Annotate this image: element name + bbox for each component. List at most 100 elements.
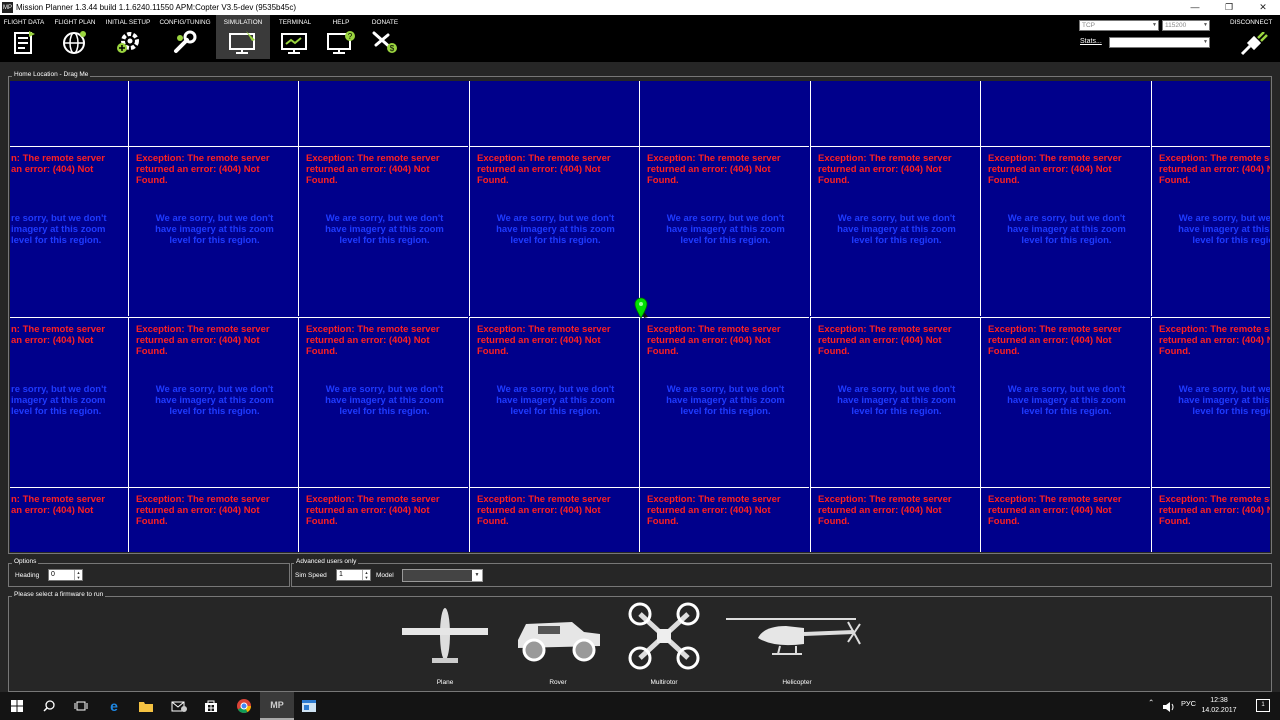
chevron-down-icon: ▼ [472,570,482,581]
stats-link[interactable]: Stats... [1080,38,1102,45]
menu-config-tuning[interactable]: CONFIG/TUNING [156,15,214,59]
tile-error-text: Exception: The remote server returned an… [988,494,1122,527]
chrome-icon [237,699,251,713]
heading-value: 0 [51,571,55,578]
close-button[interactable]: ✕ [1246,0,1280,15]
start-button[interactable] [0,692,34,720]
edge-button[interactable]: e [97,692,131,720]
helicopter-icon [726,618,861,655]
map-tile: n: The remote server an error: (404) Not… [10,146,128,316]
simspeed-stepper[interactable]: 1 ▲ ▼ [336,569,371,581]
tile-no-imagery-text: We are sorry, but we don't have imagery … [155,213,274,246]
maximize-button[interactable]: ❐ [1212,0,1246,15]
map-tile: Exception: The remote server returned an… [128,317,298,487]
terminal-monitor-icon [281,33,307,54]
donate-plane-icon: $ [372,31,397,53]
home-marker-icon[interactable] [634,297,648,319]
menu-help[interactable]: HELP ? [320,15,362,59]
window-titlebar: MP Mission Planner 1.3.44 build 1.1.6240… [0,0,1280,15]
chevron-down-icon: ▼ [1203,39,1208,45]
menu-simulation[interactable]: SIMULATION [216,15,270,59]
menu-donate[interactable]: DONATE $ [364,15,406,59]
task-view-icon [74,701,88,711]
menu-flight-data[interactable]: FLIGHT DATA [0,15,48,59]
map-tile [298,81,468,147]
mission-planner-taskbar-button[interactable]: MP [260,692,294,720]
file-explorer-button[interactable] [129,692,163,720]
menu-initial-setup[interactable]: INITIAL SETUP [101,15,155,59]
plane-label: Plane [436,679,454,686]
search-icon [43,700,55,712]
firmware-multirotor-button[interactable]: Multirotor [628,602,700,690]
map-tile: Exception: The remote server returned an… [810,146,980,316]
port-value: TCP [1082,22,1095,29]
firmware-helicopter-button[interactable]: Helicopter [724,610,870,690]
tile-error-text: Exception: The remote server returned an… [136,494,270,527]
mail-button[interactable] [162,692,196,720]
baud-select[interactable]: 115200 ▼ [1162,20,1210,31]
chevron-down-icon: ▼ [1203,22,1208,28]
chevron-down-icon: ▼ [1152,22,1157,28]
tile-error-text: Exception: The remote server returned an… [647,324,781,357]
spin-arrows-icon[interactable]: ▲ ▼ [74,570,82,580]
model-select[interactable]: ▼ [402,569,483,582]
baud-value: 115200 [1165,22,1187,29]
tile-no-imagery-text: We are sorry, but we don't have imagery … [496,213,615,246]
language-indicator[interactable]: РУС [1181,699,1196,708]
firmware-rover-button[interactable]: Rover [512,604,604,690]
svg-text:?: ? [348,32,353,41]
menu-terminal[interactable]: TERMINAL [274,15,316,59]
minimize-button[interactable]: — [1178,0,1212,15]
flight-data-icon [14,31,35,54]
map-tile: Exception: The remote server returned an… [810,487,980,552]
rover-icon [518,622,600,662]
app-window-button[interactable] [292,692,326,720]
tile-no-imagery-text: re sorry, but we don't imagery at this z… [11,213,107,246]
tile-no-imagery-text: We are sorry, but we don't have imagery … [325,384,444,417]
tile-error-text: Exception: The remote server returned an… [647,494,781,527]
tile-error-text: Exception: The remote server returned an… [306,153,440,186]
plug-connection-icon[interactable] [1240,32,1270,56]
taskbar-clock[interactable]: 12:38 14.02.2017 [1199,696,1239,716]
tile-no-imagery-text: We are sorry, but we don't have imagery … [837,213,956,246]
search-button[interactable] [32,692,66,720]
tray-chevron-up-icon[interactable]: ⌃ [1148,698,1154,707]
map-tile: Exception: The remote server returned an… [469,317,639,487]
map-tile [10,81,128,147]
map-tile: Exception: The remote server returned an… [639,487,809,552]
port-select[interactable]: TCP ▼ [1079,20,1159,31]
tile-no-imagery-text: We are sorry, but we don't have imagery … [325,213,444,246]
map-tile [128,81,298,147]
heading-stepper[interactable]: 0 ▲ ▼ [48,569,83,581]
menu-label: FLIGHT DATA [3,19,45,26]
simspeed-value: 1 [339,571,343,578]
rover-label: Rover [549,679,567,686]
menu-flight-plan[interactable]: FLIGHT PLAN [50,15,100,59]
tile-error-text: Exception: The remote server returned an… [818,494,952,527]
app-icon: MP [2,2,13,13]
chrome-button[interactable] [227,692,261,720]
map-tile [469,81,639,147]
notification-center-icon[interactable]: 1 [1256,699,1270,712]
store-button[interactable] [194,692,228,720]
spin-arrows-icon[interactable]: ▲ ▼ [362,570,370,580]
simulation-monitor-icon [229,31,255,54]
stats-select[interactable]: ▼ [1109,37,1210,48]
plane-icon [402,608,488,663]
tile-error-text: Exception: The remote server returned an… [988,153,1122,186]
map-tile [810,81,980,147]
map-tile: Exception: The remote server returned an… [469,487,639,552]
setup-gear-icon [117,32,139,53]
firmware-plane-button[interactable]: Plane [400,604,490,690]
tile-no-imagery-text: We are sorry, but we don't have imagery … [1178,384,1270,417]
tile-no-imagery-text: We are sorry, but we don't have imagery … [837,384,956,417]
map-tile: Exception: The remote server returned an… [639,146,809,316]
simspeed-label: Sim Speed [295,572,327,579]
tile-error-text: Exception: The remote server returned an… [988,324,1122,357]
multirotor-label: Multirotor [650,679,678,686]
tile-error-text: Exception: The remote server returned an… [477,153,611,186]
volume-icon[interactable] [1162,701,1176,713]
task-view-button[interactable] [64,692,98,720]
map-tile: Exception: The remote server returned an… [469,146,639,316]
tile-no-imagery-text: We are sorry, but we don't have imagery … [1007,213,1126,246]
